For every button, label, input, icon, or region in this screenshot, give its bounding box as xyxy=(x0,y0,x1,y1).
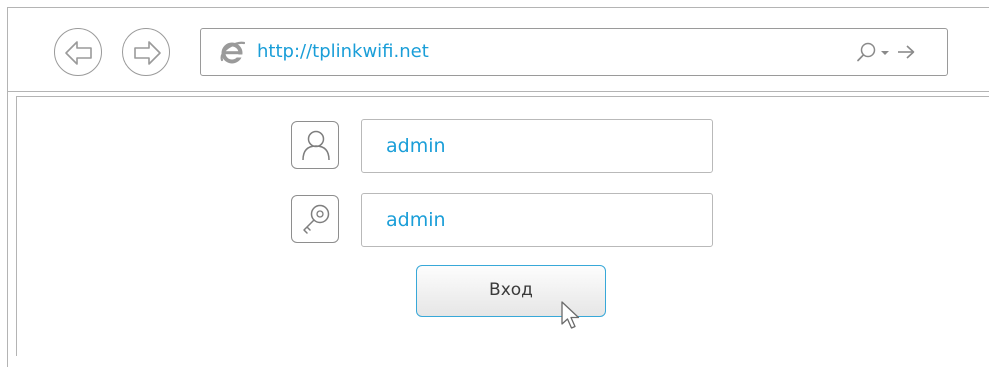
address-bar[interactable]: http://tplinkwifi.net xyxy=(200,28,948,76)
search-icon[interactable] xyxy=(855,40,877,64)
chevron-down-icon[interactable] xyxy=(879,40,891,64)
mouse-pointer-icon xyxy=(561,301,580,329)
back-button[interactable] xyxy=(54,28,102,76)
password-field[interactable]: admin xyxy=(361,193,713,247)
key-icon xyxy=(303,204,330,234)
forward-button[interactable] xyxy=(122,28,170,76)
forward-arrow-icon xyxy=(134,41,161,65)
browser-toolbar: http://tplinkwifi.net xyxy=(8,8,989,92)
username-field[interactable]: admin xyxy=(361,119,713,173)
page-content: admin admin Вход xyxy=(16,96,989,356)
username-icon-box xyxy=(291,121,339,169)
password-icon-box xyxy=(291,195,339,243)
user-icon xyxy=(302,130,330,161)
back-arrow-icon xyxy=(65,41,92,65)
go-arrow-icon[interactable] xyxy=(895,40,917,64)
url-text[interactable]: http://tplinkwifi.net xyxy=(257,41,429,62)
internet-explorer-icon xyxy=(220,41,245,64)
